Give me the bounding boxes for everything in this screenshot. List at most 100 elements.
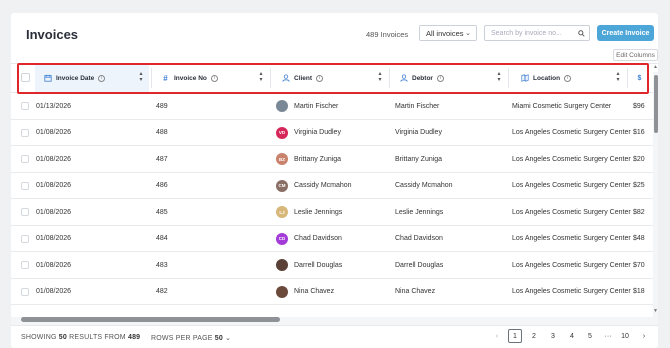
page-ellipsis: ··· [604, 332, 612, 340]
table-row[interactable]: 01/08/2026 486 CM Cassidy Mcmahon Cassid… [11, 173, 658, 199]
row-checkbox[interactable] [21, 261, 29, 269]
invoice-date-cell: 01/08/2026 [36, 288, 72, 295]
search-button[interactable] [574, 25, 590, 41]
scroll-down-arrow-icon[interactable]: ▼ [653, 308, 658, 314]
client-name: Darrell Douglas [294, 261, 343, 269]
location-cell: Los Angeles Cosmetic Surgery Center [512, 208, 631, 216]
avatar: LJ [276, 206, 288, 218]
location-cell: Los Angeles Cosmetic Surgery Center [512, 129, 631, 136]
debtor-cell: Brittany Zuniga [395, 155, 443, 163]
table-row[interactable]: 01/08/2026 482 Nina Chavez Nina Chavez L… [11, 279, 658, 305]
invoice-filter-select[interactable]: All invoices ⌄ [419, 25, 477, 41]
invoice-no-cell: 489 [156, 102, 168, 110]
avatar: VD [276, 126, 288, 139]
amount-cell: $25 [633, 182, 645, 189]
chevron-down-icon: ⌄ [225, 335, 232, 342]
results-total: 489 [128, 334, 141, 341]
invoice-date-cell: 01/08/2026 [36, 182, 72, 189]
showing-label: SHOWING [21, 334, 57, 341]
page-button-1[interactable]: 1 [508, 329, 522, 343]
debtor-cell: Martin Fischer [395, 102, 440, 110]
avatar: CD [276, 232, 288, 245]
invoice-no-cell: 484 [156, 235, 168, 242]
location-cell: Los Angeles Cosmetic Surgery Center [512, 261, 631, 269]
page-button-2[interactable]: 2 [527, 329, 541, 343]
debtor-cell: Darrell Douglas [395, 261, 444, 269]
row-checkbox[interactable] [21, 234, 29, 243]
vertical-scroll-thumb[interactable] [654, 75, 658, 133]
location-cell: Miami Cosmetic Surgery Center [512, 102, 612, 110]
amount-cell: $96 [633, 102, 645, 110]
avatar: CM [276, 179, 288, 192]
table-row[interactable]: 01/08/2026 483 Darrell Douglas Darrell D… [11, 252, 658, 279]
invoice-date-cell: 01/13/2026 [36, 102, 72, 110]
page-button-5[interactable]: 5 [583, 329, 597, 343]
client-cell: CM Cassidy Mcmahon [276, 173, 352, 199]
invoice-table-body: 01/13/2026 489 Martin Fischer Martin Fis… [11, 93, 658, 318]
amount-cell: $82 [633, 208, 645, 216]
location-cell: Los Angeles Cosmetic Surgery Center [512, 155, 631, 163]
showing-count: 50 [58, 334, 67, 341]
invoices-panel: Invoices 489 Invoices All invoices ⌄ Sea… [11, 13, 658, 348]
row-checkbox[interactable] [21, 181, 29, 190]
chevron-down-icon: ⌄ [465, 30, 471, 37]
invoice-no-cell: 488 [156, 129, 168, 136]
invoice-date-cell: 01/08/2026 [36, 155, 72, 163]
client-name: Cassidy Mcmahon [294, 182, 352, 189]
client-cell: LJ Leslie Jennings [276, 199, 342, 225]
debtor-cell: Nina Chavez [395, 288, 436, 295]
row-checkbox[interactable] [21, 102, 29, 110]
create-invoice-button[interactable]: Create Invoice [597, 25, 654, 41]
amount-cell: $16 [633, 129, 645, 136]
row-checkbox[interactable] [21, 208, 29, 216]
header-highlight-box [17, 63, 649, 94]
search-input[interactable]: Search by invoice no... [484, 25, 575, 41]
client-cell: CD Chad Davidson [276, 226, 342, 252]
client-cell: BZ Brittany Zuniga [276, 146, 341, 172]
search-icon [578, 29, 585, 37]
invoice-no-cell: 482 [156, 288, 168, 295]
debtor-cell: Cassidy Mcmahon [395, 182, 453, 189]
page-button-10[interactable]: 10 [618, 329, 632, 343]
prev-page-button[interactable]: ‹ [490, 329, 504, 343]
client-name: Brittany Zuniga [294, 155, 342, 163]
client-cell: Nina Chavez [276, 279, 334, 305]
table-row[interactable]: 01/08/2026 484 CD Chad Davidson Chad Dav… [11, 226, 658, 252]
client-name: Leslie Jennings [294, 208, 343, 216]
rows-per-page-select[interactable]: ROWS PER PAGE 50 ⌄ [151, 334, 231, 342]
client-name: Nina Chavez [294, 288, 335, 295]
avatar [276, 259, 288, 271]
scroll-up-arrow-icon[interactable]: ▲ [653, 64, 658, 70]
invoice-no-cell: 485 [156, 208, 168, 216]
location-cell: Los Angeles Cosmetic Surgery Center [512, 235, 631, 242]
table-row[interactable]: 01/13/2026 489 Martin Fischer Martin Fis… [11, 93, 658, 120]
row-checkbox[interactable] [21, 128, 29, 137]
next-page-button[interactable]: › [637, 329, 651, 343]
table-row[interactable]: 01/08/2026 488 VD Virginia Dudley Virgin… [11, 120, 658, 146]
page-button-4[interactable]: 4 [565, 329, 579, 343]
rows-per-page-value: 50 [214, 335, 223, 342]
debtor-cell: Virginia Dudley [395, 129, 442, 136]
client-cell: Darrell Douglas [276, 252, 342, 278]
table-row[interactable]: 01/08/2026 485 LJ Leslie Jennings Leslie… [11, 199, 658, 226]
invoice-no-cell: 483 [156, 261, 168, 269]
amount-cell: $48 [633, 235, 645, 242]
row-checkbox[interactable] [21, 155, 29, 163]
results-from-label: RESULTS FROM [69, 334, 126, 341]
invoice-date-cell: 01/08/2026 [36, 261, 72, 269]
page-button-3[interactable]: 3 [546, 329, 560, 343]
amount-cell: $70 [633, 261, 645, 269]
horizontal-scroll-thumb[interactable] [21, 317, 280, 322]
location-cell: Los Angeles Cosmetic Surgery Center [512, 288, 631, 295]
debtor-cell: Leslie Jennings [395, 208, 444, 216]
row-checkbox[interactable] [21, 287, 29, 296]
edit-columns-button[interactable]: Edit Columns [613, 49, 658, 61]
invoice-count: 489 Invoices [366, 30, 409, 39]
client-name: Martin Fischer [294, 102, 339, 110]
invoice-date-cell: 01/08/2026 [36, 208, 72, 216]
avatar: BZ [276, 153, 288, 165]
page-title: Invoices [26, 27, 79, 42]
invoice-no-cell: 487 [156, 155, 168, 163]
results-summary: SHOWING 50 RESULTS FROM 489 [21, 334, 140, 341]
table-row[interactable]: 01/08/2026 487 BZ Brittany Zuniga Britta… [11, 146, 658, 173]
